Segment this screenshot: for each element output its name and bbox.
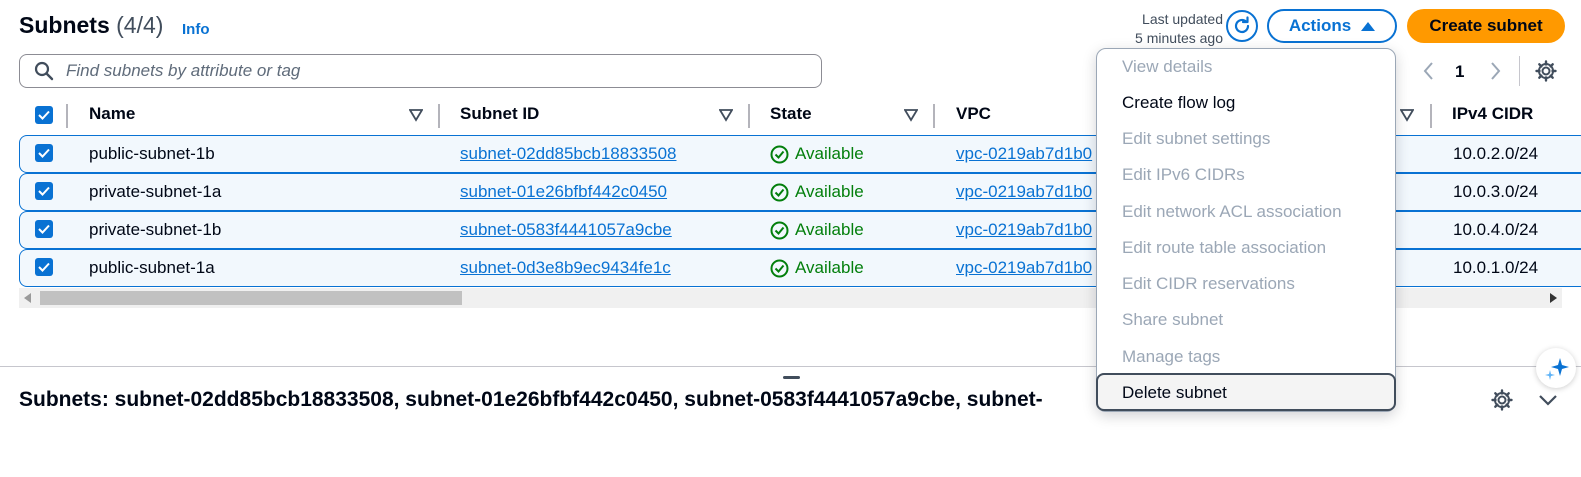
row-checkbox[interactable] bbox=[35, 258, 53, 276]
sort-icon[interactable] bbox=[1400, 108, 1414, 122]
split-panel-title: Subnets: subnet-02dd85bcb18833508, subne… bbox=[19, 388, 1043, 411]
scroll-left-arrow-icon[interactable] bbox=[24, 293, 32, 303]
ipv4-cidr: 10.0.2.0/24 bbox=[1453, 144, 1539, 163]
caret-up-icon bbox=[1361, 22, 1376, 31]
menu-item-manage-tags: Manage tags bbox=[1122, 347, 1221, 366]
subnet-id-link[interactable]: subnet-02dd85bcb18833508 bbox=[460, 144, 676, 164]
column-header-name[interactable]: Name bbox=[89, 104, 135, 128]
refresh-icon bbox=[1234, 16, 1250, 34]
chevron-right-icon[interactable] bbox=[1489, 60, 1503, 82]
sort-icon[interactable] bbox=[904, 108, 918, 122]
split-panel-resize-handle[interactable] bbox=[783, 376, 800, 379]
subnet-name: public-subnet-1b bbox=[89, 144, 215, 163]
chevron-down-icon[interactable] bbox=[1538, 392, 1558, 408]
scrollbar-thumb[interactable] bbox=[40, 291, 462, 305]
checkbox-checked-icon bbox=[38, 148, 50, 158]
check-circle-icon bbox=[770, 259, 789, 277]
gear-icon[interactable] bbox=[1491, 389, 1513, 411]
subnet-name: private-subnet-1b bbox=[89, 220, 222, 239]
checkbox-checked-icon bbox=[38, 262, 50, 272]
sort-icon[interactable] bbox=[719, 108, 733, 122]
search-placeholder: Find subnets by attribute or tag bbox=[66, 61, 301, 80]
last-updated: Last updated 5 minutes ago bbox=[1135, 11, 1223, 46]
vpc-link[interactable]: vpc-0219ab7d1b0 bbox=[956, 258, 1092, 278]
refresh-button[interactable] bbox=[1226, 10, 1258, 42]
menu-item-edit-network-acl-association: Edit network ACL association bbox=[1122, 202, 1342, 221]
menu-item-edit-subnet-settings: Edit subnet settings bbox=[1122, 129, 1271, 148]
menu-item-delete-subnet[interactable]: Delete subnet bbox=[1122, 383, 1227, 403]
select-all-checkbox[interactable] bbox=[35, 106, 53, 124]
menu-item-edit-cidr-reservations: Edit CIDR reservations bbox=[1122, 274, 1295, 293]
menu-item-view-details: View details bbox=[1122, 57, 1213, 76]
row-checkbox[interactable] bbox=[35, 220, 53, 238]
column-divider[interactable] bbox=[438, 104, 440, 128]
search-input[interactable]: Find subnets by attribute or tag bbox=[19, 54, 822, 88]
status-badge: Available bbox=[770, 144, 864, 164]
subnet-name: private-subnet-1a bbox=[89, 182, 222, 201]
row-checkbox[interactable] bbox=[35, 144, 53, 162]
selection-count: (4/4) bbox=[116, 12, 164, 38]
page-title: Subnets (4/4) bbox=[19, 12, 164, 38]
search-icon bbox=[34, 61, 54, 81]
column-divider[interactable] bbox=[1430, 104, 1432, 128]
column-divider[interactable] bbox=[748, 104, 750, 128]
column-header-state[interactable]: State bbox=[770, 104, 812, 128]
scroll-right-arrow-icon[interactable] bbox=[1549, 293, 1557, 303]
subnet-id-link[interactable]: subnet-0583f4441057a9cbe bbox=[460, 220, 672, 240]
menu-item-edit-route-table-association: Edit route table association bbox=[1122, 238, 1327, 257]
ipv4-cidr: 10.0.4.0/24 bbox=[1453, 220, 1539, 239]
checkbox-checked-icon bbox=[38, 224, 50, 234]
ipv4-cidr: 10.0.1.0/24 bbox=[1453, 258, 1539, 277]
subnet-id-link[interactable]: subnet-0d3e8b9ec9434fe1c bbox=[460, 258, 671, 278]
column-header-subnet-id[interactable]: Subnet ID bbox=[460, 104, 539, 128]
sort-icon[interactable] bbox=[409, 108, 423, 122]
checkbox-checked-icon bbox=[38, 186, 50, 196]
column-divider[interactable] bbox=[933, 104, 935, 128]
assistant-launcher[interactable] bbox=[1536, 348, 1576, 388]
check-circle-icon bbox=[770, 145, 789, 163]
create-subnet-button[interactable]: Create subnet bbox=[1407, 9, 1565, 43]
sparkle-icon bbox=[1545, 358, 1569, 380]
checkbox-checked-icon bbox=[38, 110, 50, 120]
check-circle-icon bbox=[770, 183, 789, 201]
menu-item-edit-ipv6-cidrs: Edit IPv6 CIDRs bbox=[1122, 165, 1245, 184]
menu-item-share-subnet: Share subnet bbox=[1122, 310, 1224, 329]
page-number[interactable]: 1 bbox=[1455, 62, 1464, 82]
status-badge: Available bbox=[770, 258, 864, 278]
status-badge: Available bbox=[770, 220, 864, 240]
info-link[interactable]: Info bbox=[182, 21, 210, 38]
chevron-left-icon[interactable] bbox=[1421, 60, 1435, 82]
subnet-name: public-subnet-1a bbox=[89, 258, 215, 277]
column-header-ipv4-cidr[interactable]: IPv4 CIDR bbox=[1452, 104, 1533, 128]
actions-button[interactable]: Actions bbox=[1267, 9, 1397, 43]
column-header-vpc[interactable]: VPC bbox=[956, 104, 991, 128]
row-checkbox[interactable] bbox=[35, 182, 53, 200]
vpc-link[interactable]: vpc-0219ab7d1b0 bbox=[956, 182, 1092, 202]
vpc-link[interactable]: vpc-0219ab7d1b0 bbox=[956, 144, 1092, 164]
menu-item-create-flow-log[interactable]: Create flow log bbox=[1122, 93, 1235, 113]
check-circle-icon bbox=[770, 221, 789, 239]
status-badge: Available bbox=[770, 182, 864, 202]
gear-icon[interactable] bbox=[1535, 60, 1557, 82]
divider bbox=[1519, 56, 1520, 86]
subnet-id-link[interactable]: subnet-01e26bfbf442c0450 bbox=[460, 182, 667, 202]
column-divider bbox=[66, 104, 68, 128]
vpc-link[interactable]: vpc-0219ab7d1b0 bbox=[956, 220, 1092, 240]
ipv4-cidr: 10.0.3.0/24 bbox=[1453, 182, 1539, 201]
